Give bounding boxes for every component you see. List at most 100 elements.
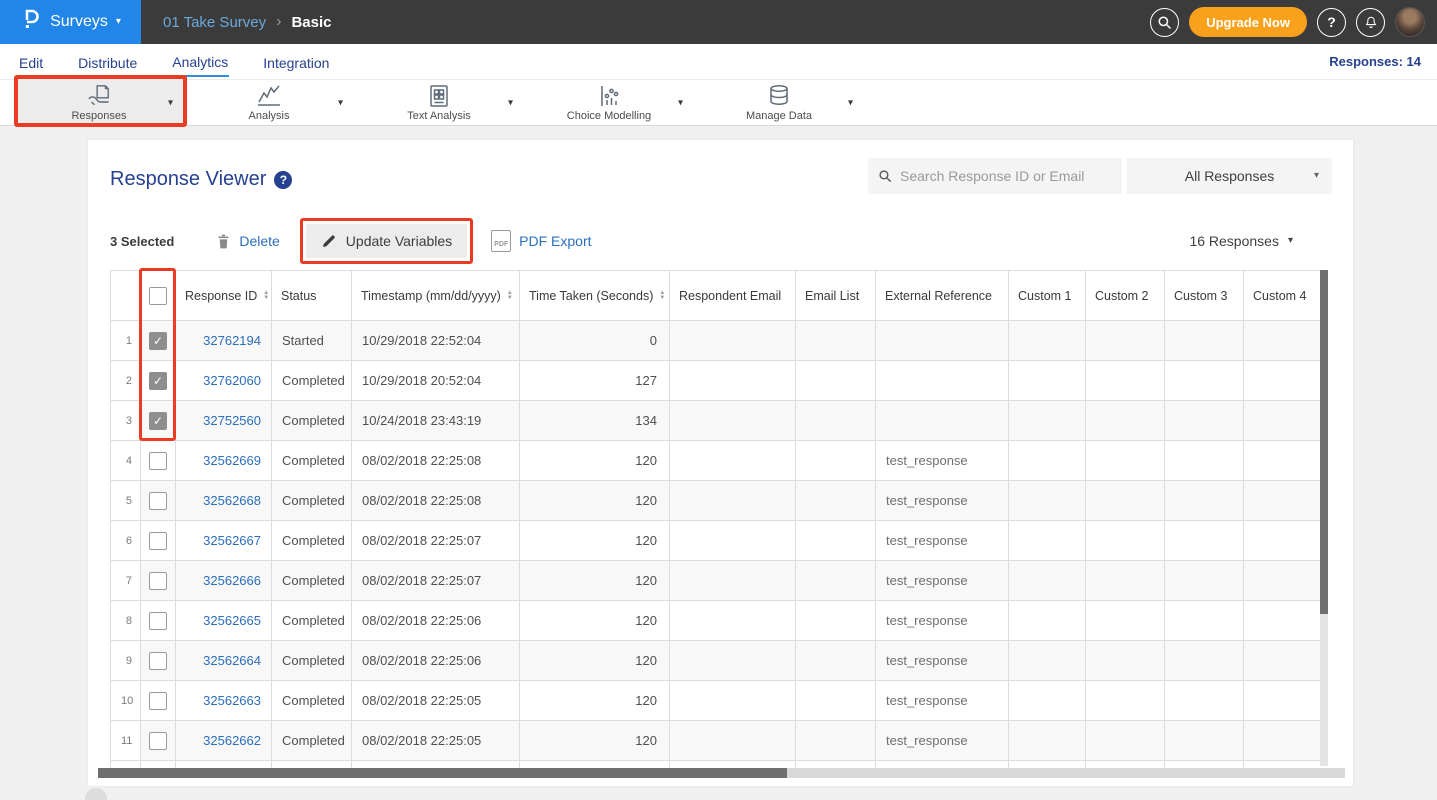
custom2-cell	[1086, 481, 1165, 521]
toolbar-item-choice-modelling[interactable]: Choice Modelling ▾	[524, 80, 694, 125]
nav-item-integration[interactable]: Integration	[262, 48, 330, 76]
custom1-cell	[1009, 361, 1086, 401]
sort-icon[interactable]: ▲▼	[263, 291, 269, 300]
chevron-down-icon[interactable]: ▾	[168, 97, 173, 108]
breadcrumb-survey-name[interactable]: 01 Take Survey	[163, 14, 266, 31]
toolbar-item-analysis[interactable]: Analysis ▾	[184, 80, 354, 125]
custom4-cell	[1244, 721, 1321, 761]
nav-item-distribute[interactable]: Distribute	[77, 48, 138, 76]
top-header: Surveys ▾ 01 Take Survey › Basic Upgrade…	[0, 0, 1437, 44]
nav-item-edit[interactable]: Edit	[18, 48, 44, 76]
response-id-link[interactable]: 32562663	[203, 693, 261, 708]
column-header[interactable]: Time Taken (Seconds)▲▼	[520, 271, 670, 321]
table-row: 3✓32752560Completed10/24/2018 23:43:1913…	[111, 401, 1321, 441]
row-checkbox-cell: ✓	[141, 641, 176, 681]
time-taken-cell: 120	[520, 681, 670, 721]
chevron-down-icon[interactable]: ▾	[338, 97, 343, 108]
help-badge-icon[interactable]: ?	[274, 171, 292, 189]
column-header[interactable]: Timestamp (mm/dd/yyyy)▲▼	[352, 271, 520, 321]
row-checkbox[interactable]: ✓	[149, 412, 167, 430]
custom2-cell	[1086, 521, 1165, 561]
custom3-cell	[1165, 321, 1244, 361]
response-viewer-card: Response Viewer ? All Responses ▾ 3 Sele…	[88, 140, 1353, 786]
response-id-link[interactable]: 32762194	[203, 333, 261, 348]
row-number: 7	[111, 561, 141, 601]
response-id-link[interactable]: 32562662	[203, 733, 261, 748]
global-search-button[interactable]	[1150, 8, 1179, 37]
custom4-cell	[1244, 521, 1321, 561]
user-avatar[interactable]	[1395, 7, 1425, 37]
table-row: 4✓32562669Completed08/02/2018 22:25:0812…	[111, 441, 1321, 481]
update-variables-button[interactable]: Update Variables	[306, 224, 467, 258]
row-checkbox-cell: ✓	[141, 521, 176, 561]
status-cell: Completed	[272, 681, 352, 721]
column-header-label: Custom 3	[1174, 289, 1228, 303]
response-id-link[interactable]: 32762060	[203, 373, 261, 388]
row-checkbox[interactable]: ✓	[149, 492, 167, 510]
row-number: 2	[111, 361, 141, 401]
help-button[interactable]: ?	[1317, 8, 1346, 37]
row-checkbox[interactable]: ✓	[149, 732, 167, 750]
select-all-checkbox[interactable]: ✓	[149, 287, 167, 305]
row-checkbox-cell: ✓	[141, 601, 176, 641]
toolbar-item-label: Choice Modelling	[567, 110, 651, 122]
response-id-link[interactable]: 32562668	[203, 493, 261, 508]
row-checkbox-cell: ✓	[141, 481, 176, 521]
email-list-cell	[796, 361, 876, 401]
external-reference-cell: test_response	[876, 681, 1009, 721]
text-analysis-icon	[427, 84, 451, 108]
row-checkbox[interactable]: ✓	[149, 332, 167, 350]
row-checkbox[interactable]: ✓	[149, 692, 167, 710]
toolbar-item-label: Responses	[71, 110, 126, 122]
responses-per-page-dropdown[interactable]: 16 Responses ▾	[1189, 233, 1293, 249]
feedback-widget-sliver[interactable]	[85, 788, 107, 800]
sort-icon[interactable]: ▲▼	[507, 291, 513, 300]
response-id-link[interactable]: 32562665	[203, 613, 261, 628]
chevron-down-icon[interactable]: ▾	[678, 97, 683, 108]
row-checkbox[interactable]: ✓	[149, 372, 167, 390]
column-header[interactable]: Response ID▲▼	[176, 271, 272, 321]
toolbar-item-responses[interactable]: Responses ▾	[14, 80, 184, 125]
response-id-link[interactable]: 32562666	[203, 573, 261, 588]
custom4-cell	[1244, 601, 1321, 641]
custom2-cell	[1086, 641, 1165, 681]
vertical-scrollbar-thumb[interactable]	[1320, 270, 1328, 614]
sort-icon[interactable]: ▲▼	[659, 291, 665, 300]
pdf-export-button[interactable]: PDF PDF Export	[491, 230, 591, 252]
row-checkbox[interactable]: ✓	[149, 652, 167, 670]
status-cell: Completed	[272, 641, 352, 681]
horizontal-scrollbar-track[interactable]	[98, 768, 1345, 778]
toolbar-item-text-analysis[interactable]: Text Analysis ▾	[354, 80, 524, 125]
email-list-cell	[796, 721, 876, 761]
column-header: Custom 1	[1009, 271, 1086, 321]
row-checkbox[interactable]: ✓	[149, 612, 167, 630]
custom1-cell	[1009, 321, 1086, 361]
row-checkbox-cell: ✓	[141, 561, 176, 601]
horizontal-scrollbar-thumb[interactable]	[98, 768, 787, 778]
status-cell: Started	[272, 321, 352, 361]
response-id-link[interactable]: 32562664	[203, 653, 261, 668]
search-input[interactable]	[900, 168, 1112, 184]
response-filter-dropdown[interactable]: All Responses ▾	[1127, 158, 1332, 194]
page-title: Response Viewer ?	[110, 168, 292, 191]
nav-item-analytics[interactable]: Analytics	[171, 47, 229, 77]
vertical-scrollbar-track[interactable]	[1320, 270, 1328, 766]
delete-button[interactable]: Delete	[216, 233, 279, 250]
row-checkbox[interactable]: ✓	[149, 532, 167, 550]
chevron-down-icon: ▾	[1314, 171, 1319, 181]
response-id-link[interactable]: 32562667	[203, 533, 261, 548]
response-id-cell: 32562662	[176, 721, 272, 761]
email-list-cell	[796, 561, 876, 601]
chevron-down-icon[interactable]: ▾	[508, 97, 513, 108]
response-id-link[interactable]: 32752560	[203, 413, 261, 428]
chevron-down-icon[interactable]: ▾	[848, 97, 853, 108]
toolbar-item-manage-data[interactable]: Manage Data ▾	[694, 80, 864, 125]
response-id-link[interactable]: 32562669	[203, 453, 261, 468]
respondent-email-cell	[670, 361, 796, 401]
upgrade-now-button[interactable]: Upgrade Now	[1189, 7, 1307, 37]
email-list-cell	[796, 481, 876, 521]
row-checkbox[interactable]: ✓	[149, 452, 167, 470]
product-switcher[interactable]: Surveys ▾	[0, 0, 141, 44]
notifications-button[interactable]	[1356, 8, 1385, 37]
row-checkbox[interactable]: ✓	[149, 572, 167, 590]
